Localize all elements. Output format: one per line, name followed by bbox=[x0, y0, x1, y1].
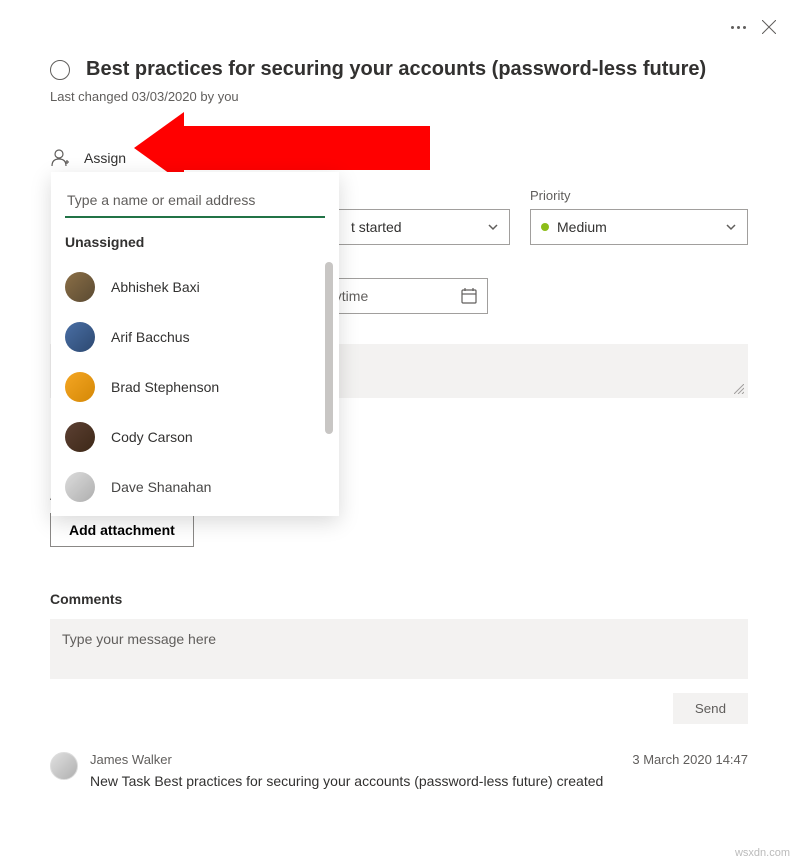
comment-date: 3 March 2020 14:47 bbox=[632, 752, 748, 767]
person-name: Dave Shanahan bbox=[111, 479, 211, 495]
priority-dot-icon bbox=[541, 223, 549, 231]
person-add-icon bbox=[50, 148, 70, 168]
person-option[interactable]: Abhishek Baxi bbox=[65, 262, 325, 312]
send-button[interactable]: Send bbox=[673, 693, 748, 724]
person-name: Arif Bacchus bbox=[111, 329, 190, 345]
comments-title: Comments bbox=[50, 591, 748, 607]
avatar bbox=[65, 322, 95, 352]
assign-search-input[interactable] bbox=[65, 184, 325, 218]
comment-item: James Walker 3 March 2020 14:47 New Task… bbox=[50, 752, 748, 789]
assign-label: Assign bbox=[84, 150, 126, 166]
add-attachment-button[interactable]: Add attachment bbox=[50, 513, 194, 547]
calendar-icon bbox=[461, 288, 477, 304]
watermark: wsxdn.com bbox=[735, 847, 790, 859]
more-options-button[interactable] bbox=[731, 26, 746, 29]
chevron-down-icon bbox=[487, 221, 499, 233]
person-name: Brad Stephenson bbox=[111, 379, 219, 395]
comment-author: James Walker bbox=[90, 752, 172, 767]
person-name: Cody Carson bbox=[111, 429, 193, 445]
scrollbar-thumb[interactable] bbox=[325, 262, 333, 434]
last-changed-text: Last changed 03/03/2020 by you bbox=[50, 89, 748, 104]
task-title[interactable]: Best practices for securing your account… bbox=[86, 58, 706, 81]
close-icon[interactable] bbox=[762, 20, 776, 34]
comment-input[interactable]: Type your message here bbox=[50, 619, 748, 679]
avatar bbox=[50, 752, 78, 780]
avatar bbox=[65, 472, 95, 502]
comment-text: New Task Best practices for securing you… bbox=[90, 773, 748, 789]
person-option[interactable]: Dave Shanahan bbox=[65, 462, 325, 512]
avatar bbox=[65, 372, 95, 402]
person-option[interactable]: Brad Stephenson bbox=[65, 362, 325, 412]
assign-button[interactable]: Assign bbox=[50, 148, 748, 168]
progress-value: t started bbox=[351, 219, 402, 235]
avatar bbox=[65, 272, 95, 302]
assign-dropdown: Unassigned Abhishek Baxi Arif Bacchus Br… bbox=[51, 172, 339, 516]
priority-select[interactable]: Medium bbox=[530, 209, 748, 245]
person-name: Abhishek Baxi bbox=[111, 279, 200, 295]
chevron-down-icon bbox=[725, 221, 737, 233]
avatar bbox=[65, 422, 95, 452]
complete-task-checkbox[interactable] bbox=[50, 60, 70, 80]
person-option[interactable]: Cody Carson bbox=[65, 412, 325, 462]
unassigned-heading: Unassigned bbox=[65, 234, 325, 250]
resize-grip-icon[interactable] bbox=[734, 384, 744, 394]
priority-label: Priority bbox=[530, 188, 748, 203]
person-option[interactable]: Arif Bacchus bbox=[65, 312, 325, 362]
priority-value: Medium bbox=[557, 219, 607, 235]
